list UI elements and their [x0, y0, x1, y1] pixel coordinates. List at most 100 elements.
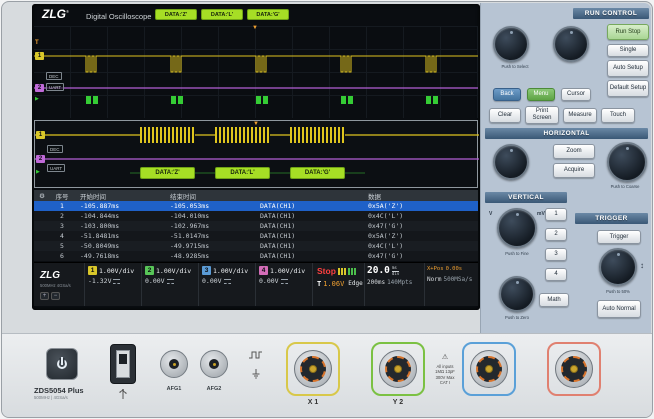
ch1-marker[interactable]: 1 — [36, 131, 45, 139]
decoded-data-badge: DATA:'L' — [215, 167, 270, 179]
push-to-50-label: Push to 50% — [593, 289, 643, 294]
square-wave-icon — [248, 350, 264, 360]
table-row[interactable]: 5-50.8049ms-49.9715msDATA(CH1)0x4C('L') — [34, 241, 478, 251]
run-stop-button[interactable]: Run Stop — [607, 24, 649, 40]
trigger-level-knob[interactable] — [599, 248, 637, 286]
vertical-scale-knob[interactable] — [497, 208, 537, 248]
channel-3-button[interactable]: 3 — [545, 248, 567, 261]
bus-event-badge: DATA:'G' — [247, 9, 289, 20]
main-waveform-area[interactable]: ▼ T 1 DEC 2 UART ▶ — [34, 26, 478, 118]
decode-table-header: ⚙ 序号 开始时间 结束时间 数据 — [34, 190, 478, 201]
ch2-marker[interactable]: 2 — [36, 155, 45, 163]
vertical-position-knob[interactable] — [499, 276, 535, 312]
ch4-bnc-connector — [555, 350, 593, 388]
channel-4-button[interactable]: 4 — [545, 268, 567, 281]
power-button[interactable] — [46, 348, 78, 380]
gear-icon[interactable]: ⚙ — [34, 192, 50, 200]
horizontal-position: X+Pos0.00s — [427, 266, 476, 272]
decoded-data-badge: DATA:'Z' — [140, 167, 195, 179]
channel3-status[interactable]: 31.00V/div 0.00V — [198, 263, 255, 306]
ch3-bnc-outline — [462, 342, 516, 396]
table-row[interactable]: 4-51.8481ms-51.0147msDATA(CH1)0x5A('Z') — [34, 231, 478, 241]
menu-button[interactable]: Menu — [527, 88, 555, 101]
model-badge: ZDS5054 Plus 500MHz | 4GSa/s — [34, 386, 124, 400]
display-screen: ZLG® Digital Oscilloscope DATA:'Z' DATA:… — [32, 4, 480, 310]
dc-coupling-icon — [113, 279, 120, 284]
ch4-bnc-outline — [547, 342, 601, 396]
brand-logo: ZLG® — [42, 7, 69, 21]
table-row[interactable]: 3-103.800ms-102.967msDATA(CH1)0x47('G') — [34, 221, 478, 231]
sample-rate: 500MSa/s — [443, 276, 472, 283]
push-to-fine-label: Push to Fine — [491, 251, 543, 256]
ch1-badge: 1 — [88, 266, 97, 275]
multipurpose-knob-b[interactable] — [553, 26, 589, 62]
ch2-marker[interactable]: 2 — [35, 84, 44, 92]
clear-button[interactable]: Clear — [489, 108, 521, 123]
channel4-status[interactable]: 41.00V/div 0.00V — [255, 263, 312, 306]
table-row[interactable]: 2-104.844ms-104.010msDATA(CH1)0x4C('L') — [34, 211, 478, 221]
trigger-position-icon[interactable]: ▼ — [252, 25, 258, 31]
trigger-position-icon[interactable]: ▼ — [253, 121, 259, 127]
uart-badge: UART — [46, 83, 64, 91]
bus-event-badge: DATA:'Z' — [155, 9, 197, 20]
device-title: Digital Oscilloscope — [86, 12, 151, 21]
print-screen-button[interactable]: Print Screen — [525, 106, 559, 124]
acquire-button[interactable]: Acquire — [553, 163, 595, 178]
ch1-marker[interactable]: 1 — [35, 52, 44, 60]
measure-button[interactable]: Measure — [563, 108, 597, 123]
back-button[interactable]: Back — [493, 88, 521, 101]
channel2-status[interactable]: 21.00V/div 0.00V — [141, 263, 198, 306]
timebase-status[interactable]: 20.0 msdiv 200ms 140Mpts — [364, 263, 424, 306]
touch-button[interactable]: Touch — [601, 108, 635, 123]
usb-icon — [116, 388, 130, 400]
updown-arrow-icon: ↕ — [640, 261, 644, 270]
math-button[interactable]: Math — [539, 293, 569, 307]
ch2-input-label: Y 2 — [371, 399, 425, 406]
memory-bar-icon — [348, 268, 356, 275]
table-row[interactable]: 1-105.887ms-105.053msDATA(CH1)0x5A('Z') — [34, 201, 478, 211]
uart-burst — [215, 127, 270, 143]
decode-track-arrow-icon: ▶ — [36, 170, 40, 175]
channel-2-button[interactable]: 2 — [545, 228, 567, 241]
zoom-out-icon[interactable]: − — [51, 292, 60, 300]
trigger-button[interactable]: Trigger — [597, 230, 641, 244]
oscilloscope-device: ZLG® Digital Oscilloscope DATA:'Z' DATA:… — [0, 0, 654, 419]
trigger-type-label: Edge — [348, 280, 362, 287]
channel1-status[interactable]: 11.00V/div -1.32V — [84, 263, 141, 306]
waveform-traces — [34, 26, 478, 118]
trigger-level-marker[interactable]: T — [35, 40, 39, 46]
section-trigger: TRIGGER — [575, 213, 648, 224]
push-to-zero-label: Push to Zero — [491, 315, 543, 320]
zoom-button[interactable]: Zoom — [553, 144, 595, 159]
trigger-source-label: T — [317, 280, 321, 288]
ch1-input-label: X 1 — [286, 399, 340, 406]
status-brand-logo: ZLG — [40, 270, 60, 281]
horizontal-position-knob[interactable] — [493, 144, 529, 180]
single-button[interactable]: Single — [607, 44, 649, 57]
memory-bar-icon — [338, 268, 346, 275]
auto-setup-button[interactable]: Auto Setup — [607, 60, 649, 77]
record-points: 140Mpts — [387, 279, 412, 286]
decode-badge: DEC — [46, 72, 62, 80]
zoom-waveform-area[interactable]: ▼ 1 2 DEC UART ▶ DATA:'Z' DATA:'L' DATA:… — [34, 120, 478, 188]
control-panel: RUN CONTROL Push to Select Run Stop Sing… — [480, 3, 651, 333]
channel-1-button[interactable]: 1 — [545, 208, 567, 221]
volt-label: V — [489, 211, 492, 217]
col-header-end: 结束时间 — [164, 191, 254, 201]
trigger-level-value: 1.06V — [323, 280, 344, 288]
ch1-bnc-connector — [294, 350, 332, 388]
decode-badge: DEC — [47, 145, 63, 153]
decode-track-arrow-icon: ▶ — [35, 97, 39, 102]
horizontal-scale-knob[interactable] — [607, 142, 647, 182]
decode-table: ⚙ 序号 开始时间 结束时间 数据 1-105.887ms-105.053msD… — [34, 190, 478, 261]
table-row[interactable]: 6-49.7618ms-48.9285msDATA(CH1)0x47('G') — [34, 251, 478, 261]
auto-normal-button[interactable]: Auto Normal — [597, 300, 641, 318]
multipurpose-knob-a[interactable] — [493, 26, 529, 62]
input-warning-text: ⚠ All inputs 1MΩ 13pF 300V Max CAT I — [424, 346, 466, 386]
zoom-in-icon[interactable]: + — [40, 292, 49, 300]
afg2-connector — [200, 350, 228, 378]
timebase-value: 20.0 — [367, 266, 390, 276]
default-setup-button[interactable]: Default Setup — [607, 80, 649, 97]
uart-badge: UART — [47, 164, 65, 172]
cursor-button[interactable]: Cursor — [561, 88, 591, 101]
